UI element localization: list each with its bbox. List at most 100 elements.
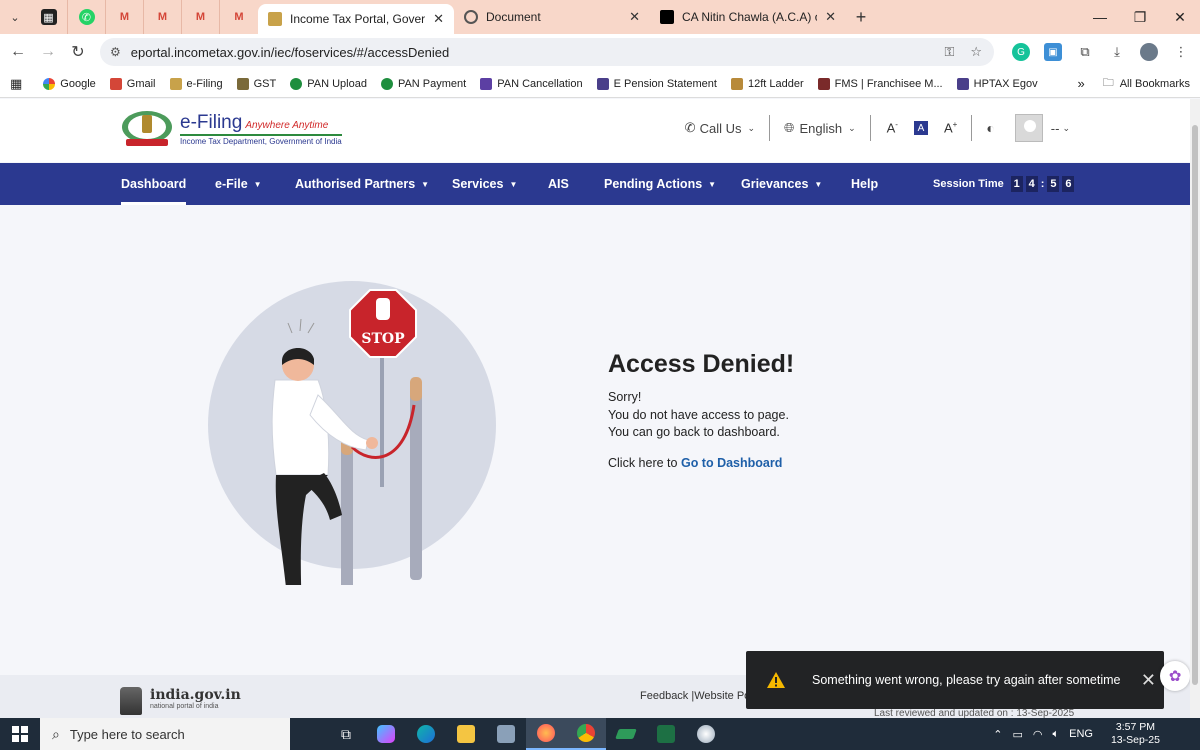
gmail-icon: M [195,11,206,23]
new-tab-plus-icon[interactable]: + [846,7,876,28]
close-window-icon[interactable]: ✕ [1160,0,1200,34]
puzzle-extensions-icon[interactable]: ⧉ [1076,43,1094,61]
bookmark-gst[interactable]: GST [230,77,284,90]
volume-icon[interactable]: 🔈︎ [1053,728,1060,741]
menu-kebab-icon[interactable]: ⋮ [1172,43,1190,61]
excel-icon[interactable] [646,718,686,750]
divider [971,115,973,141]
bookmark-gmail[interactable]: Gmail [103,77,163,90]
bookmark-efiling[interactable]: e-Filing [163,77,230,90]
bank-icon [596,77,609,90]
file-explorer-icon[interactable] [446,718,486,750]
go-to-dashboard-link[interactable]: Go to Dashboard [681,456,782,470]
copilot-icon[interactable] [366,718,406,750]
user-menu[interactable]: -- ⌄ [1051,121,1070,136]
site-info-icon[interactable]: ⚙ [110,45,121,59]
taskbar-search-box[interactable]: ⌕ Type here to search [40,718,290,750]
bookmark-google[interactable]: Google [36,77,102,90]
edge-icon[interactable] [406,718,446,750]
battery-icon[interactable]: ▭ [1012,728,1022,741]
pinned-tab-whatsapp[interactable]: ✆ [68,0,106,34]
download-icon[interactable]: ⤓ [1108,43,1126,61]
tab-document[interactable]: Document ✕ [454,0,650,34]
calculator-icon[interactable] [486,718,526,750]
increase-font-button[interactable]: A+ [936,120,965,135]
bookmark-label: FMS | Franchisee M... [834,77,943,90]
language-indicator[interactable]: ENG [1069,728,1093,740]
bookmark-star-icon[interactable]: ☆ [970,44,982,60]
page-scrollbar[interactable] [1190,99,1200,718]
page-title: Access Denied! [608,350,795,378]
search-icon: ⌕ [52,725,60,742]
nav-authorised-partners[interactable]: Authorised Partners ▼ [295,163,429,205]
nav-e-file[interactable]: e-File ▼ [215,163,262,205]
pinned-tab-1[interactable]: ▦ [30,0,68,34]
windows-start-icon[interactable] [0,718,40,750]
nav-services[interactable]: Services ▼ [452,163,517,205]
font-large-label: A [943,120,953,136]
nav-label: e-File [215,177,248,191]
assistant-brain-icon[interactable]: ✿ [1160,661,1190,691]
all-bookmarks-button[interactable]: 🗀 All Bookmarks [1103,74,1190,93]
bookmark-hptax[interactable]: HPTAX Egov [950,77,1045,90]
password-key-icon[interactable]: ⚿ [944,44,954,60]
nav-help[interactable]: Help [851,163,878,205]
call-us-dropdown[interactable]: ✆ Call Us ⌄ [671,113,769,143]
normal-font-button[interactable]: A [913,121,928,135]
divider [869,115,871,141]
session-digit: 4 [1025,176,1038,192]
back-arrow-icon[interactable]: ← [3,43,33,61]
chrome-icon[interactable] [566,718,606,750]
tray-chevron-up-icon[interactable]: ⌃ [993,728,1002,741]
tab-income-tax-portal[interactable]: Income Tax Portal, Government ✕ [258,4,454,34]
close-tab-icon[interactable]: ✕ [825,9,836,25]
user-avatar[interactable] [1014,114,1043,142]
tab-x-post[interactable]: CA Nitin Chawla (A.C.A) on X: "E ✕ [650,0,846,34]
paint-icon[interactable] [686,718,726,750]
bookmark-pan-payment[interactable]: PAN Payment [374,77,473,90]
bookmark-e-pension[interactable]: E Pension Statement [590,77,724,90]
bookmark-12ft-ladder[interactable]: 12ft Ladder [724,77,811,90]
gmail-icon: M [157,11,168,23]
bookmarks-overflow-chevron[interactable]: » [1077,76,1084,91]
pinned-tab-gmail-1[interactable]: M [106,0,144,34]
efiling-logo[interactable]: e-Filing Anywhere Anytime Income Tax Depa… [120,109,342,149]
grammarly-icon[interactable]: G [1012,43,1030,61]
close-toast-icon[interactable]: ✕ [1141,670,1156,691]
india-gov-logo[interactable]: india.gov.in national portal of india [120,687,241,715]
restore-icon[interactable]: ❐ [1120,0,1160,34]
url-omnibox[interactable]: ⚙ eportal.incometax.gov.in/iec/foservice… [100,38,994,66]
minimize-icon[interactable]: — [1080,0,1120,34]
decrease-font-button[interactable]: A- [879,120,906,135]
pinned-tab-gmail-2[interactable]: M [144,0,182,34]
close-tab-icon[interactable]: ✕ [433,11,444,27]
nav-pending-actions[interactable]: Pending Actions ▼ [604,163,716,205]
reload-icon[interactable]: ↻ [63,42,93,62]
forward-arrow-icon[interactable]: → [33,43,63,61]
task-view-icon[interactable]: ⧉ [326,718,366,750]
language-dropdown[interactable]: 🌐︎ English ⌄ [770,113,870,143]
nav-grievances[interactable]: Grievances ▼ [741,163,822,205]
close-tab-icon[interactable]: ✕ [629,9,640,25]
bookmark-fms[interactable]: FMS | Franchisee M... [811,77,950,90]
nav-ais[interactable]: AIS [548,163,569,205]
tab-search-chevron-icon[interactable]: ⌄ [0,0,30,34]
pinned-tab-gmail-3[interactable]: M [182,0,220,34]
scrollbar-thumb[interactable] [1192,125,1198,685]
taskbar-clock[interactable]: 3:57 PM 13-Sep-25 [1111,721,1160,747]
error-toast: Something went wrong, please try again a… [746,651,1164,709]
firefox-icon[interactable] [526,718,566,750]
paper-plane-app-icon[interactable] [606,718,646,750]
extension-icon[interactable]: ▣ [1044,43,1062,61]
chevron-down-icon: ▼ [814,179,823,189]
footer-links[interactable]: Feedback |Website Polic [640,690,761,702]
profile-avatar-icon[interactable] [1140,43,1158,61]
apps-grid-icon[interactable]: ▦ [0,76,36,92]
pinned-tab-gmail-4[interactable]: M [220,0,258,34]
bookmark-pan-cancellation[interactable]: PAN Cancellation [473,77,589,90]
bookmark-pan-upload[interactable]: PAN Upload [283,77,374,90]
bookmark-label: Google [60,77,96,90]
nav-dashboard[interactable]: Dashboard [121,163,187,205]
wifi-icon[interactable]: ◠ [1033,728,1043,741]
contrast-toggle-icon[interactable]: ◐ [986,120,994,136]
